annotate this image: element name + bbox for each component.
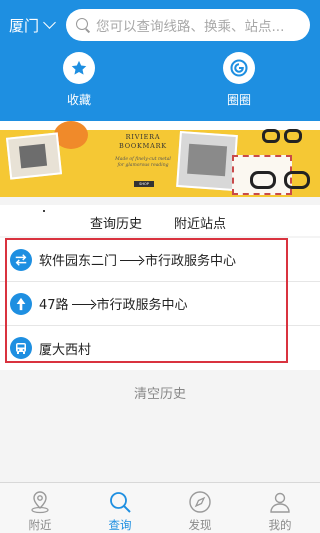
favorites-button[interactable]: 收藏: [49, 52, 109, 108]
top-header: 厦门 您可以查询线路、换乘、站点... 收藏 圈圈: [0, 0, 320, 121]
clear-history-button[interactable]: 清空历史: [0, 383, 320, 402]
banner-photo-right: [176, 131, 238, 191]
user-icon: [267, 489, 293, 515]
nav-discover-label: 发现: [188, 518, 212, 532]
orange-fruit-image: [54, 121, 88, 149]
nav-search[interactable]: 查询: [80, 483, 160, 533]
search-icon: [76, 18, 90, 32]
highlight-box: [5, 238, 288, 363]
nav-mine[interactable]: 我的: [240, 483, 320, 533]
app-screen: 厦门 您可以查询线路、换乘、站点... 收藏 圈圈 RIVIERA BOOKMA…: [0, 0, 320, 533]
promo-banner[interactable]: RIVIERA BOOKMARK Made of finely-cut meta…: [0, 121, 320, 197]
tab-history[interactable]: 查询历史: [90, 213, 143, 240]
star-icon: [63, 52, 95, 84]
nav-nearby-label: 附近: [28, 518, 52, 532]
city-label: 厦门: [9, 16, 40, 35]
circle-logo-icon: [223, 52, 255, 84]
banner-shop-button[interactable]: SHOP: [134, 181, 154, 187]
bottom-nav: 附近 查询 发现 我的: [0, 482, 320, 533]
decorative-dot: [43, 210, 45, 212]
banner-subtitle: Made of finely-cut metal for glamorous r…: [115, 157, 171, 168]
search-icon: [107, 489, 133, 515]
nav-search-label: 查询: [108, 518, 132, 532]
banner-photo-left: [5, 132, 63, 180]
banner-title: RIVIERA BOOKMARK: [119, 133, 167, 150]
glasses-image: [262, 129, 308, 145]
chevron-down-icon: [43, 16, 56, 29]
nav-nearby[interactable]: 附近: [0, 483, 80, 533]
favorites-label: 收藏: [66, 93, 91, 107]
circle-button[interactable]: 圈圈: [209, 52, 269, 108]
search-bar[interactable]: 您可以查询线路、换乘、站点...: [66, 9, 310, 41]
city-selector[interactable]: 厦门: [9, 14, 56, 36]
search-placeholder: 您可以查询线路、换乘、站点...: [96, 19, 285, 35]
nav-discover[interactable]: 发现: [160, 483, 240, 533]
glasses-image-large: [250, 171, 316, 191]
location-pin-icon: [27, 489, 53, 515]
circle-label: 圈圈: [226, 93, 251, 107]
compass-icon: [187, 489, 213, 515]
tab-bar: 查询历史 附近站点: [0, 205, 320, 240]
nav-mine-label: 我的: [268, 518, 292, 532]
tab-nearby-stations[interactable]: 附近站点: [174, 213, 226, 232]
